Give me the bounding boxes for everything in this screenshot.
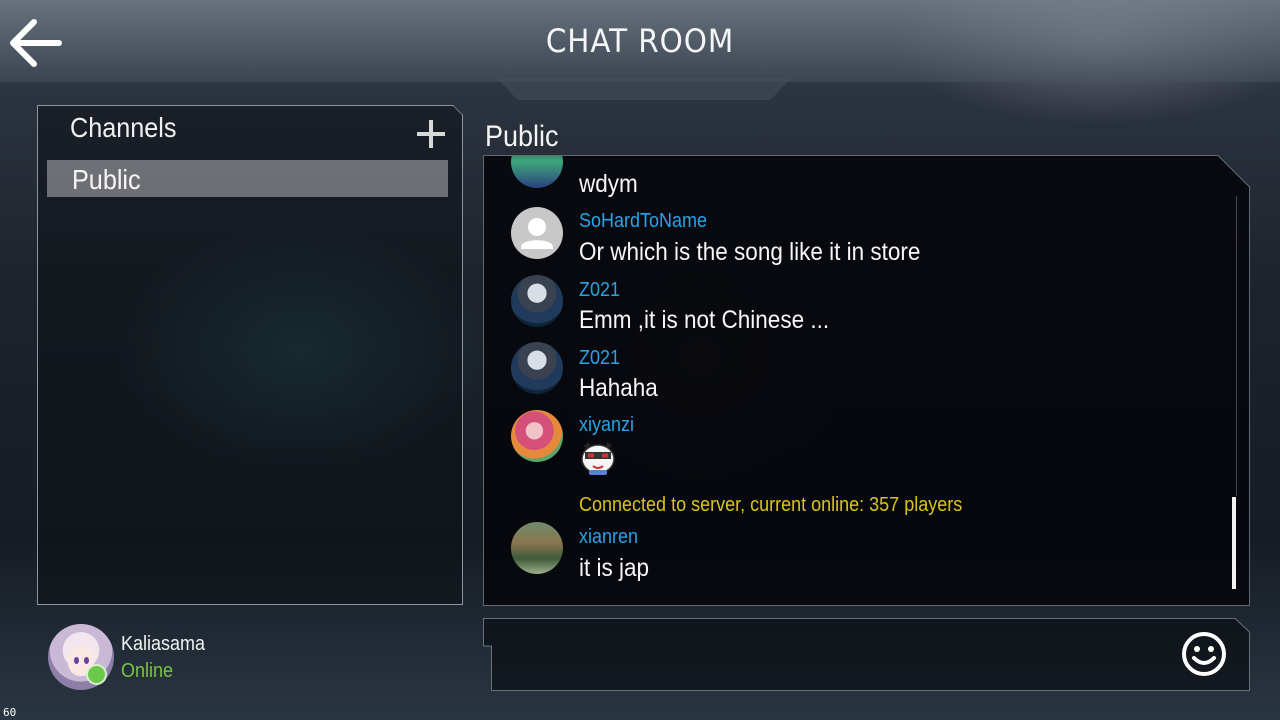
plus-icon: [417, 120, 445, 148]
user-status: Online: [121, 660, 174, 682]
emoji-button[interactable]: [1180, 630, 1228, 678]
chat-scroll-track[interactable]: [1236, 196, 1237, 496]
chat-message-input[interactable]: [500, 630, 1164, 680]
title-tab: [497, 78, 791, 100]
channel-item-public[interactable]: Public: [47, 160, 448, 197]
online-status-dot: [86, 664, 107, 685]
fps-counter: 60: [3, 706, 17, 719]
chat-scrollbar[interactable]: [1232, 497, 1236, 589]
chat-messages-panel: [483, 155, 1250, 606]
chat-channel-title: Public: [485, 120, 559, 153]
page-title: CHAT ROOM: [545, 22, 735, 60]
channels-heading: Channels: [70, 112, 177, 143]
smiley-icon: [1182, 632, 1226, 676]
user-name: Kaliasama: [121, 633, 206, 655]
add-channel-button[interactable]: [415, 118, 447, 150]
channel-item-label: Public: [72, 164, 141, 195]
